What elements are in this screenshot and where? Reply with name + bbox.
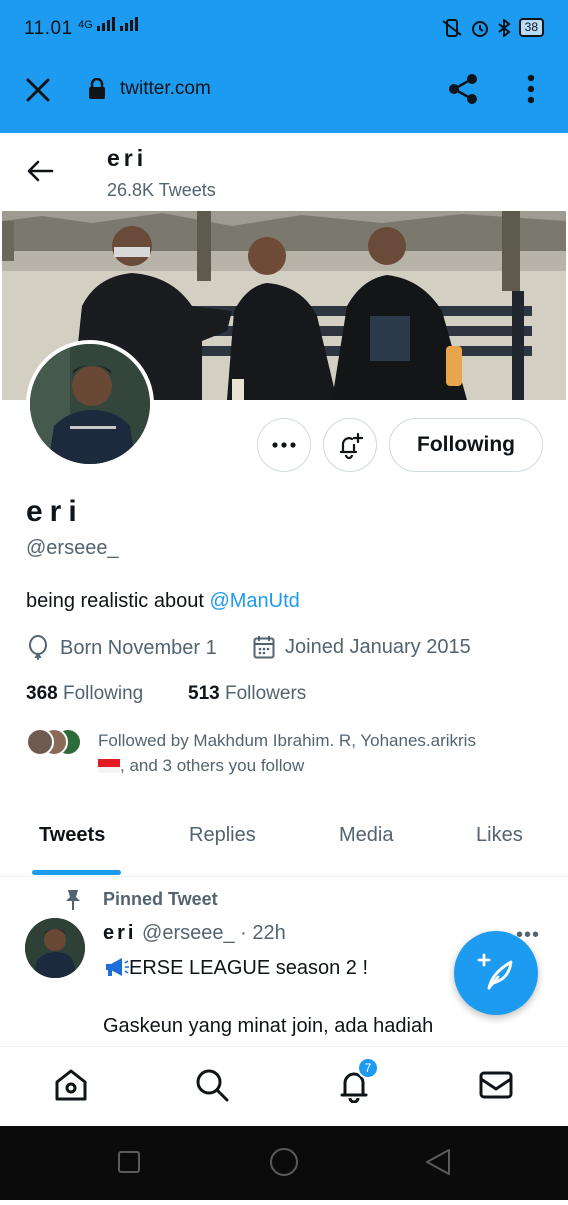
avatar-photo	[30, 344, 150, 464]
header-tweet-count: 26.8K Tweets	[107, 180, 216, 200]
nav-search[interactable]	[192, 1065, 232, 1105]
bottom-navigation	[0, 1046, 568, 1126]
lock-icon	[88, 77, 106, 105]
balloon-icon	[29, 635, 47, 660]
signal-icon	[96, 17, 138, 31]
mail-icon	[479, 1071, 513, 1099]
notifications-toggle-button[interactable]	[323, 418, 377, 472]
more-options-button[interactable]	[257, 418, 311, 472]
tweet-handle-time: @erseee_ · 22h	[136, 922, 286, 944]
followers-count-link[interactable]: 513 Followers	[188, 683, 306, 705]
vibrate-icon	[442, 18, 462, 37]
profile-avatar[interactable]	[26, 340, 154, 468]
birthday-info: Born November 1	[26, 635, 217, 661]
tweet-author-avatar[interactable]	[25, 918, 85, 978]
tweet-text-2: Gaskeun yang minat join, ada hadiah	[103, 1015, 434, 1037]
browser-menu-button[interactable]	[520, 72, 542, 106]
more-vertical-icon	[527, 74, 535, 104]
joined-info: Joined January 2015	[253, 635, 471, 659]
url-bar[interactable]: twitter.com	[120, 78, 211, 100]
share-button[interactable]	[446, 72, 480, 106]
bio-mention-link[interactable]: @ManUtd	[209, 590, 299, 612]
bio-text: being realistic about	[26, 590, 210, 612]
profile-bio: being realistic about @ManUtd	[26, 590, 300, 613]
network-indicator: 4G	[78, 17, 138, 31]
status-time: 11.01	[24, 18, 73, 39]
compose-tweet-button[interactable]	[454, 931, 538, 1015]
followed-by-avatars[interactable]	[26, 728, 86, 758]
browser-toolbar: 11.01 4G 38 twitter.com	[0, 0, 568, 133]
profile-name: eri	[26, 495, 84, 528]
nav-home[interactable]	[51, 1065, 91, 1105]
home-icon	[55, 1069, 87, 1101]
tab-replies[interactable]: Replies	[189, 824, 256, 847]
back-system-icon	[426, 1149, 450, 1175]
share-icon	[449, 74, 477, 104]
home-system-icon	[270, 1148, 298, 1176]
tabs-divider	[0, 876, 568, 877]
megaphone-icon	[106, 958, 129, 976]
nav-messages[interactable]	[476, 1065, 516, 1105]
more-horizontal-icon	[272, 442, 296, 448]
tab-tweets[interactable]: Tweets	[39, 824, 105, 847]
back-arrow-icon	[27, 160, 54, 182]
tweet-text-line: ERSE LEAGUE season 2 !	[103, 957, 368, 980]
close-button[interactable]	[22, 74, 54, 106]
followers-label: Followers	[224, 683, 307, 704]
tab-media[interactable]: Media	[339, 824, 393, 847]
birthday-text: Born November 1	[60, 636, 217, 659]
network-type: 4G	[78, 19, 93, 31]
indonesia-flag-icon	[98, 757, 120, 773]
followed-by-names: Followed by Makhdum Ibrahim. R, Yohanes.…	[98, 731, 476, 750]
calendar-icon	[253, 636, 275, 659]
follower-avatar	[26, 728, 54, 756]
search-icon	[196, 1069, 229, 1102]
tweet-avatar-photo	[25, 918, 85, 978]
active-tab-indicator	[32, 870, 121, 875]
compose-icon	[477, 953, 513, 990]
system-nav-icons	[118, 1148, 450, 1176]
recents-icon	[118, 1151, 140, 1173]
tweet-text-1: ERSE LEAGUE season 2 !	[129, 957, 369, 979]
bell-plus-icon	[339, 432, 364, 459]
followed-by-others: , and 3 others you follow	[120, 756, 305, 775]
system-navigation-bar	[0, 1126, 568, 1200]
tweet-author-name[interactable]: eri	[103, 922, 136, 944]
alarm-icon	[471, 20, 488, 37]
following-number: 368	[26, 683, 58, 704]
status-icons: 38	[441, 18, 544, 37]
profile-handle: @erseee_	[26, 537, 119, 559]
bluetooth-icon	[498, 18, 511, 37]
notification-badge: 7	[357, 1057, 379, 1079]
following-label: Following	[62, 683, 144, 704]
tweet-header: eri @erseee_ · 22h	[103, 922, 286, 945]
pin-icon	[64, 889, 82, 916]
back-button[interactable]	[24, 155, 56, 187]
following-button[interactable]: Following	[389, 418, 543, 472]
tab-likes[interactable]: Likes	[476, 824, 523, 847]
following-count-link[interactable]: 368 Following	[26, 683, 143, 705]
header-profile-name: eri	[107, 145, 148, 171]
followers-number: 513	[188, 683, 220, 704]
pinned-tweet-label: Pinned Tweet	[103, 889, 218, 909]
battery-indicator: 38	[518, 18, 544, 37]
followed-by-text[interactable]: Followed by Makhdum Ibrahim. R, Yohanes.…	[98, 728, 543, 778]
close-icon	[26, 78, 50, 102]
joined-text: Joined January 2015	[285, 635, 471, 658]
